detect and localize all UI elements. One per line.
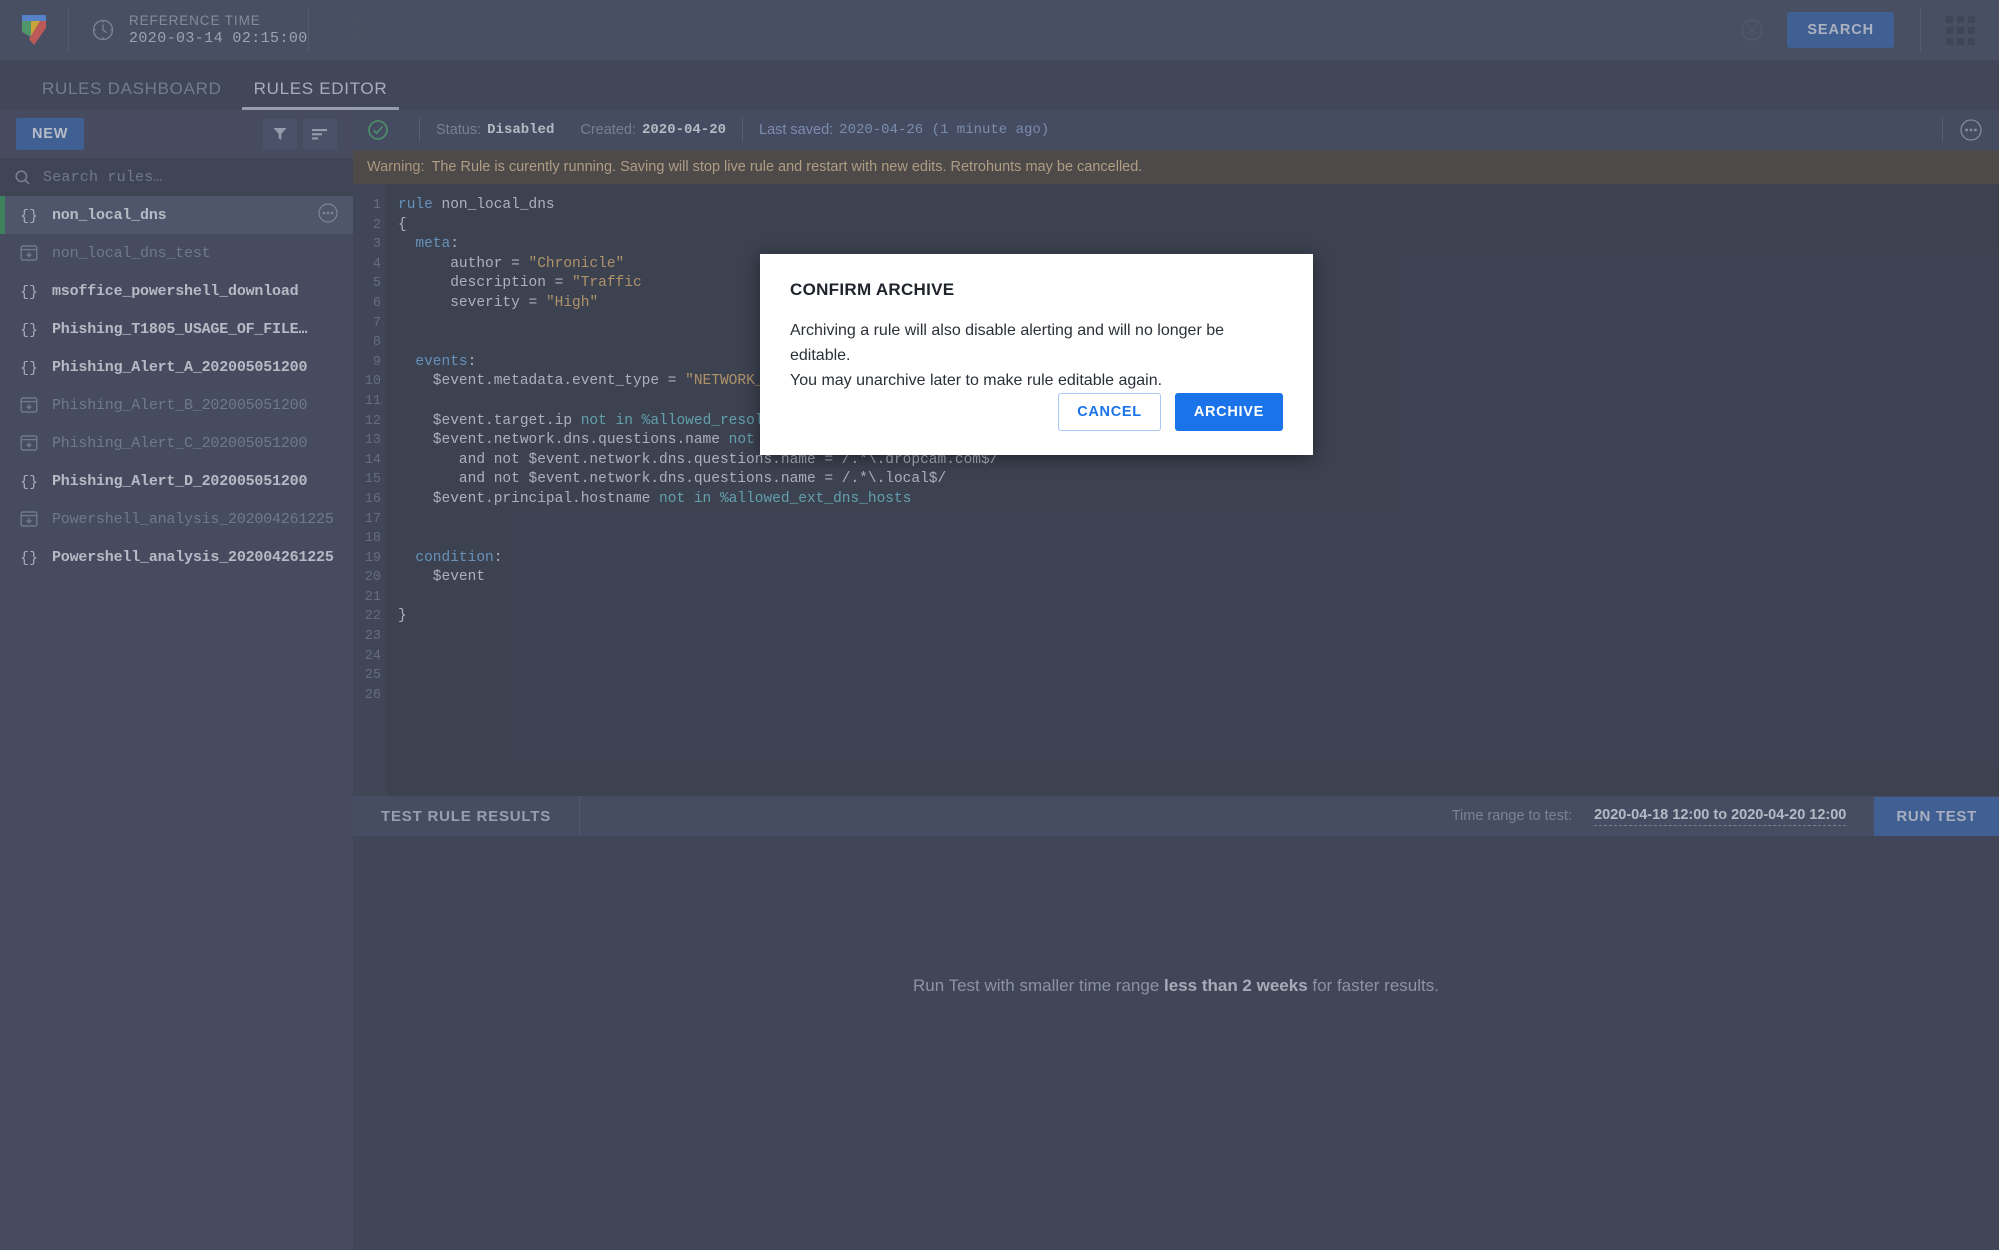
dialog-body: Archiving a rule will also disable alert… — [790, 318, 1283, 393]
cancel-button[interactable]: CANCEL — [1058, 393, 1161, 431]
dialog-body-line1: Archiving a rule will also disable alert… — [790, 322, 1225, 364]
confirm-archive-dialog: CONFIRM ARCHIVE Archiving a rule will al… — [760, 254, 1313, 455]
modal-scrim[interactable] — [0, 0, 1999, 1250]
dialog-body-line2: You may unarchive later to make rule edi… — [790, 372, 1163, 389]
dialog-actions: CANCEL ARCHIVE — [1058, 393, 1283, 431]
archive-button[interactable]: ARCHIVE — [1174, 393, 1283, 431]
dialog-title: CONFIRM ARCHIVE — [790, 280, 955, 299]
rules-editor-app: REFERENCE TIME 2020-03-14 02:15:00 SEARC… — [0, 0, 1999, 1250]
